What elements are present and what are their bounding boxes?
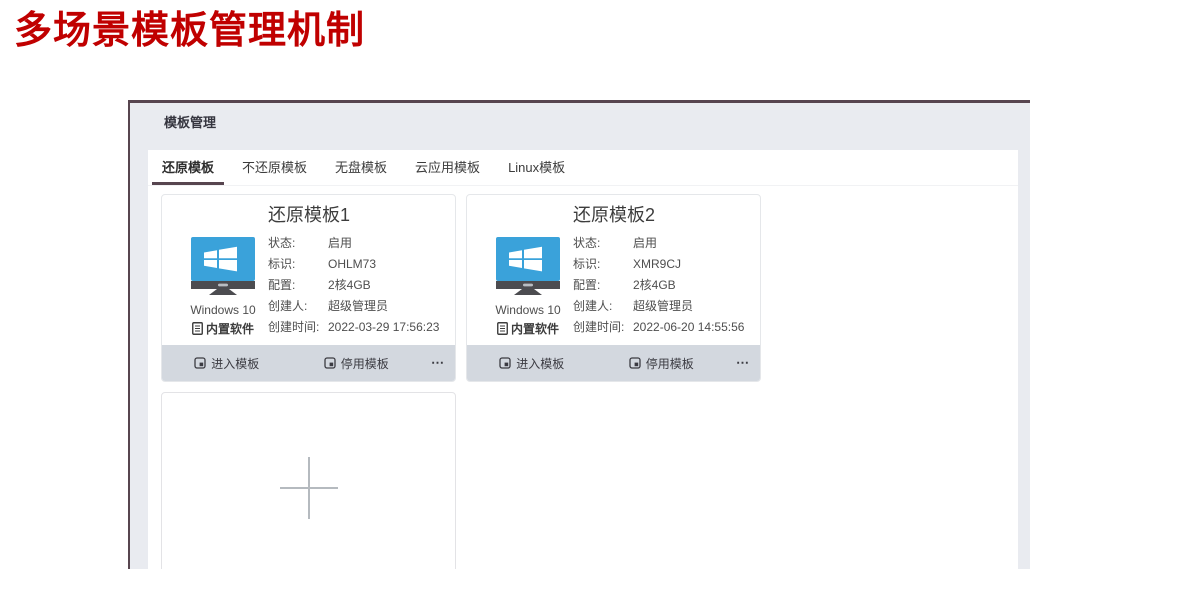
tab-restore-template[interactable]: 还原模板 xyxy=(152,148,224,185)
panel-header-title: 模板管理 xyxy=(130,103,1030,150)
card-title: 还原模板1 xyxy=(268,203,455,227)
os-label: Windows 10 xyxy=(190,303,255,317)
card-footer: 进入模板 停用模板 ⋯ xyxy=(162,345,455,381)
card-info-column: 还原模板1 状态: 启用 标识: OHLM73 xyxy=(268,195,455,345)
card-footer: 进入模板 停用模板 ⋯ xyxy=(467,345,760,381)
more-options-icon: ⋯ xyxy=(431,355,445,371)
field-label: 状态: xyxy=(573,233,633,254)
tab-cloud-app-template[interactable]: 云应用模板 xyxy=(405,148,490,185)
disable-template-label: 停用模板 xyxy=(646,355,694,372)
add-template-card[interactable] xyxy=(161,392,456,569)
panel-content: 还原模板 不还原模板 无盘模板 云应用模板 Linux模板 xyxy=(148,150,1018,569)
template-management-panel: 模板管理 还原模板 不还原模板 无盘模板 云应用模板 Linux模板 xyxy=(128,100,1030,569)
field-row-id: 标识: XMR9CJ xyxy=(573,254,760,275)
tab-diskless-template[interactable]: 无盘模板 xyxy=(325,148,397,185)
windows-monitor-icon xyxy=(492,237,564,297)
plus-icon xyxy=(308,457,310,519)
card-body: Windows 10 内置软件 xyxy=(162,195,455,345)
field-value: 超级管理员 xyxy=(633,296,760,317)
field-value: 启用 xyxy=(633,233,760,254)
card-fields: 状态: 启用 标识: XMR9CJ 配置: 2核4GB xyxy=(573,233,760,338)
field-row-created-time: 创建时间: 2022-03-29 17:56:23 xyxy=(268,317,455,338)
tab-non-restore-template[interactable]: 不还原模板 xyxy=(232,148,317,185)
more-options-button[interactable]: ⋯ xyxy=(421,345,455,381)
template-card: Windows 10 内置软件 xyxy=(161,194,456,382)
disable-template-button[interactable]: 停用模板 xyxy=(292,345,422,381)
windows-monitor-icon xyxy=(187,237,259,297)
field-value: 启用 xyxy=(328,233,455,254)
field-value: 2022-06-20 14:55:56 xyxy=(633,317,760,338)
enter-template-label: 进入模板 xyxy=(516,355,564,372)
enter-template-icon xyxy=(499,357,511,369)
template-card: Windows 10 内置软件 xyxy=(466,194,761,382)
field-value: 2022-03-29 17:56:23 xyxy=(328,317,455,338)
enter-template-button[interactable]: 进入模板 xyxy=(162,345,292,381)
card-body: Windows 10 内置软件 xyxy=(467,195,760,345)
tab-linux-template[interactable]: Linux模板 xyxy=(498,148,575,185)
card-info-column: 还原模板2 状态: 启用 标识: XMR9CJ xyxy=(573,195,760,345)
field-value: XMR9CJ xyxy=(633,254,760,275)
disable-template-button[interactable]: 停用模板 xyxy=(597,345,727,381)
builtin-software-label: 内置软件 xyxy=(206,320,254,337)
field-label: 创建时间: xyxy=(573,317,633,338)
document-icon xyxy=(497,322,508,335)
field-label: 标识: xyxy=(268,254,328,275)
field-row-status: 状态: 启用 xyxy=(573,233,760,254)
field-row-id: 标识: OHLM73 xyxy=(268,254,455,275)
enter-template-icon xyxy=(194,357,206,369)
field-value: 2核4GB xyxy=(328,275,455,296)
field-row-created-time: 创建时间: 2022-06-20 14:55:56 xyxy=(573,317,760,338)
page: 多场景模板管理机制 模板管理 还原模板 不还原模板 无盘模板 云应用模板 Lin… xyxy=(0,0,1200,605)
field-row-config: 配置: 2核4GB xyxy=(573,275,760,296)
template-card-grid: Windows 10 内置软件 xyxy=(148,186,1018,569)
card-fields: 状态: 启用 标识: OHLM73 配置: 2核4GB xyxy=(268,233,455,338)
field-label: 创建人: xyxy=(573,296,633,317)
field-label: 配置: xyxy=(573,275,633,296)
enter-template-label: 进入模板 xyxy=(211,355,259,372)
card-icon-column: Windows 10 内置软件 xyxy=(162,195,268,345)
field-row-creator: 创建人: 超级管理员 xyxy=(573,296,760,317)
page-title: 多场景模板管理机制 xyxy=(14,6,365,56)
field-label: 创建时间: xyxy=(268,317,328,338)
document-icon xyxy=(192,322,203,335)
more-options-icon: ⋯ xyxy=(736,355,750,371)
card-icon-column: Windows 10 内置软件 xyxy=(467,195,573,345)
field-value: OHLM73 xyxy=(328,254,455,275)
disable-template-icon xyxy=(324,357,336,369)
field-label: 创建人: xyxy=(268,296,328,317)
builtin-software-badge: 内置软件 xyxy=(192,320,254,337)
enter-template-button[interactable]: 进入模板 xyxy=(467,345,597,381)
disable-template-label: 停用模板 xyxy=(341,355,389,372)
field-value: 2核4GB xyxy=(633,275,760,296)
disable-template-icon xyxy=(629,357,641,369)
field-label: 状态: xyxy=(268,233,328,254)
card-title: 还原模板2 xyxy=(573,203,760,227)
field-value: 超级管理员 xyxy=(328,296,455,317)
builtin-software-badge: 内置软件 xyxy=(497,320,559,337)
field-row-config: 配置: 2核4GB xyxy=(268,275,455,296)
tab-bar: 还原模板 不还原模板 无盘模板 云应用模板 Linux模板 xyxy=(148,150,1018,186)
builtin-software-label: 内置软件 xyxy=(511,320,559,337)
field-row-creator: 创建人: 超级管理员 xyxy=(268,296,455,317)
field-row-status: 状态: 启用 xyxy=(268,233,455,254)
more-options-button[interactable]: ⋯ xyxy=(726,345,760,381)
os-label: Windows 10 xyxy=(495,303,560,317)
field-label: 配置: xyxy=(268,275,328,296)
field-label: 标识: xyxy=(573,254,633,275)
